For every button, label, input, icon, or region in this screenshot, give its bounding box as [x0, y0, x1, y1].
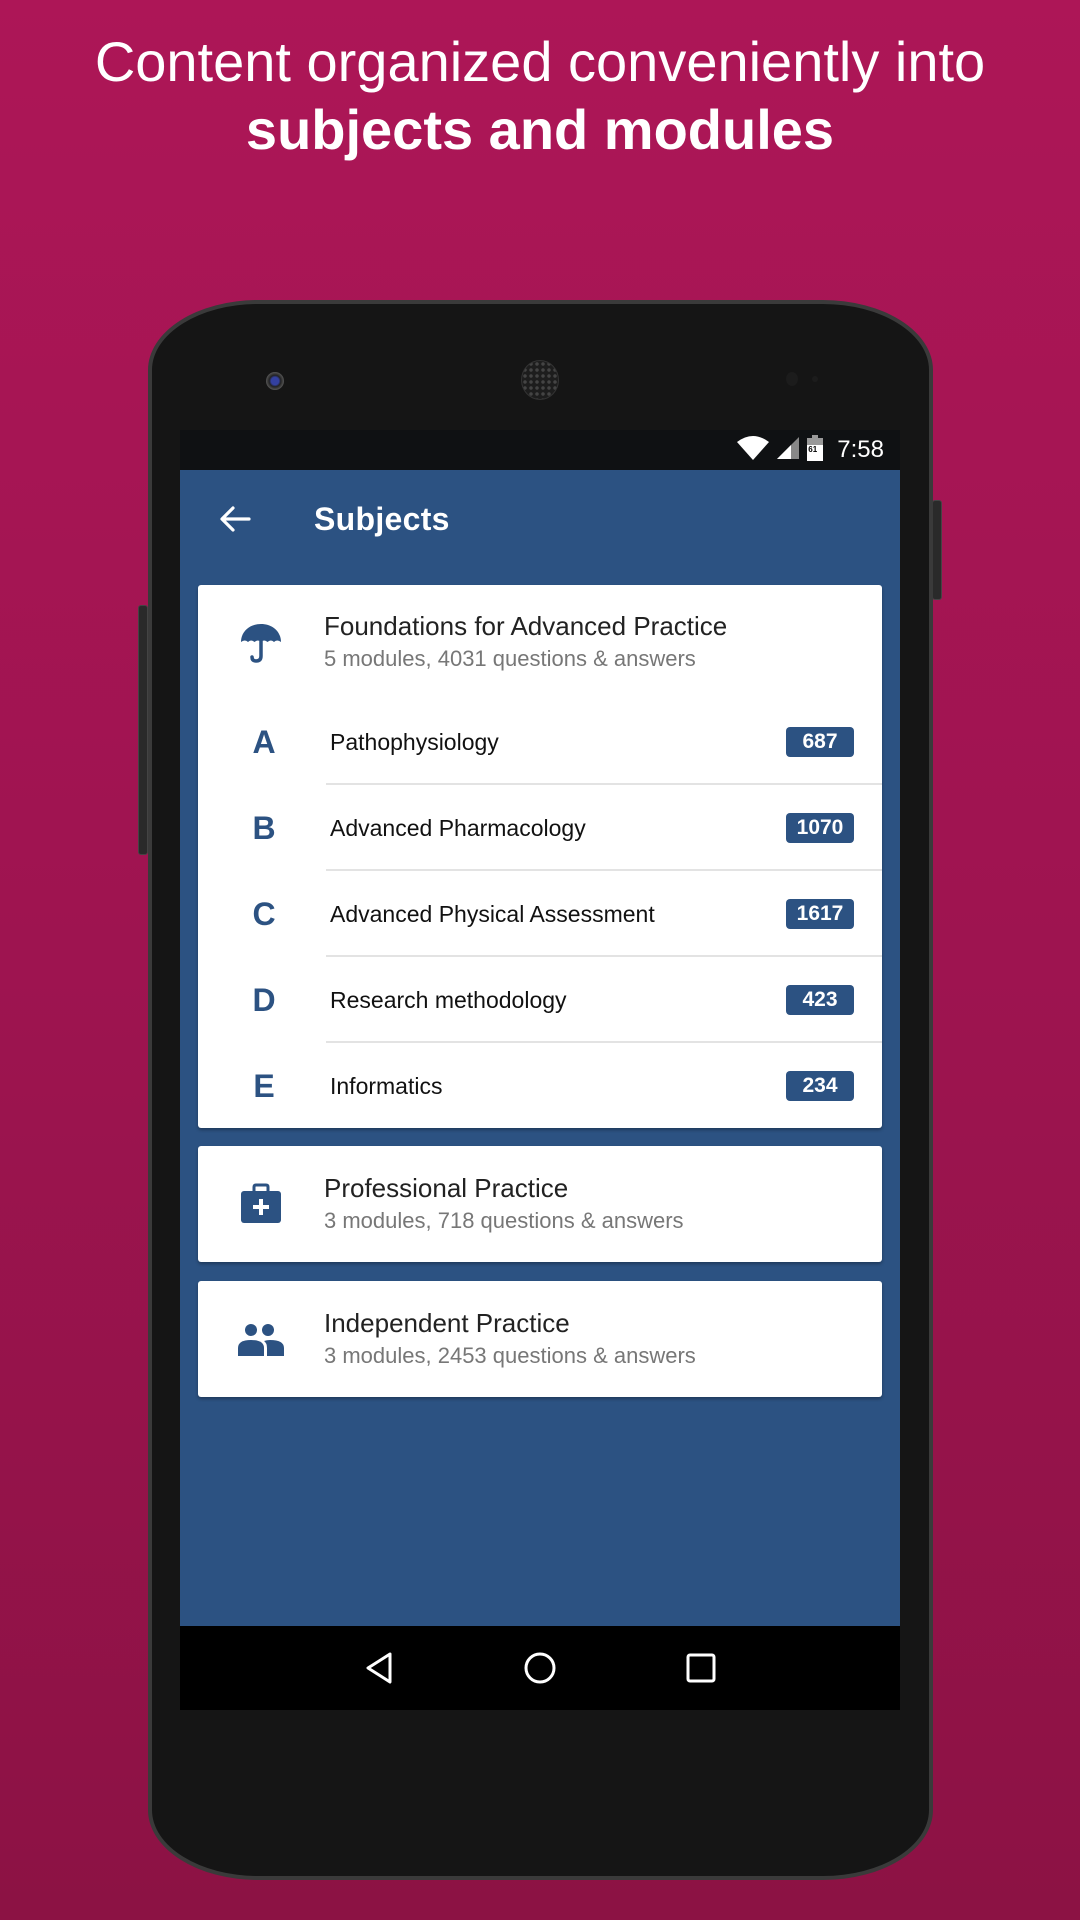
subject-title: Professional Practice [324, 1173, 569, 1203]
question-count-badge: 1617 [786, 899, 854, 929]
module-letter: B [252, 809, 276, 846]
module-letter: C [252, 895, 276, 932]
subject-header[interactable]: Independent Practice 3 modules, 2453 que… [198, 1281, 882, 1397]
question-count-badge: 423 [786, 985, 854, 1015]
module-name: Informatics [330, 1072, 443, 1099]
subject-card-foundations: Foundations for Advanced Practice 5 modu… [198, 585, 882, 1128]
proximity-sensor [786, 372, 798, 386]
subject-header[interactable]: Professional Practice 3 modules, 718 que… [198, 1146, 882, 1262]
subject-card-independent[interactable]: Independent Practice 3 modules, 2453 que… [198, 1281, 882, 1397]
clock: 7:58 [837, 436, 884, 463]
headline-line-2: subjects and modules [245, 98, 835, 161]
phone-power-button [932, 500, 942, 600]
phone-screen: 61 7:58 Subjects Foundations for Advance… [180, 430, 900, 1710]
question-count-badge: 1070 [786, 813, 854, 843]
question-count-badge: 687 [786, 727, 854, 757]
subject-subtitle: 3 modules, 718 questions & answers [324, 1208, 684, 1233]
umbrella-icon [241, 624, 281, 663]
nav-recents-button[interactable] [686, 1653, 716, 1683]
module-row-c[interactable]: C Advanced Physical Assessment 1617 [198, 871, 882, 957]
arrow-left-icon [220, 506, 251, 532]
status-bar: 61 7:58 [180, 430, 900, 470]
subject-subtitle: 3 modules, 2453 questions & answers [324, 1343, 696, 1368]
module-name: Research methodology [330, 986, 567, 1013]
module-row-d[interactable]: D Research methodology 423 [198, 957, 882, 1043]
module-name: Pathophysiology [330, 728, 499, 755]
system-nav-bar [180, 1626, 900, 1710]
subject-card-professional[interactable]: Professional Practice 3 modules, 718 que… [198, 1146, 882, 1262]
subject-subtitle: 5 modules, 4031 questions & answers [324, 646, 696, 671]
page-title: Subjects [314, 500, 450, 537]
circle-home-icon [524, 1652, 556, 1684]
subject-header[interactable]: Foundations for Advanced Practice 5 modu… [198, 585, 882, 699]
wifi-icon [737, 435, 770, 465]
people-icon [238, 1324, 284, 1356]
module-name: Advanced Physical Assessment [330, 900, 655, 927]
phone-volume-button [138, 605, 148, 855]
back-button[interactable] [180, 505, 290, 533]
medical-bag-icon [241, 1183, 281, 1223]
module-row-a[interactable]: A Pathophysiology 687 [198, 699, 882, 785]
light-sensor [812, 376, 818, 382]
nav-home-button[interactable] [523, 1651, 557, 1685]
signal-icon [777, 436, 800, 464]
headline-line-1: Content organized conveniently into [94, 30, 986, 93]
subject-title: Independent Practice [324, 1308, 570, 1338]
module-name: Advanced Pharmacology [330, 814, 586, 841]
battery-level: 61 [808, 444, 818, 454]
earpiece-speaker [521, 360, 559, 400]
subject-title: Foundations for Advanced Practice [324, 611, 728, 641]
module-letter: E [253, 1067, 275, 1104]
module-letter: A [252, 723, 276, 760]
battery-icon: 61 [807, 434, 824, 466]
app-bar: Subjects [180, 470, 900, 568]
module-row-e[interactable]: E Informatics 234 [198, 1043, 882, 1129]
promo-headline: Content organized conveniently into subj… [0, 28, 1080, 164]
nav-back-button[interactable] [364, 1651, 394, 1685]
question-count-badge: 234 [786, 1071, 854, 1101]
module-row-b[interactable]: B Advanced Pharmacology 1070 [198, 785, 882, 871]
front-camera [266, 372, 284, 390]
triangle-back-icon [366, 1652, 392, 1684]
square-recents-icon [686, 1653, 716, 1683]
module-letter: D [252, 981, 276, 1018]
